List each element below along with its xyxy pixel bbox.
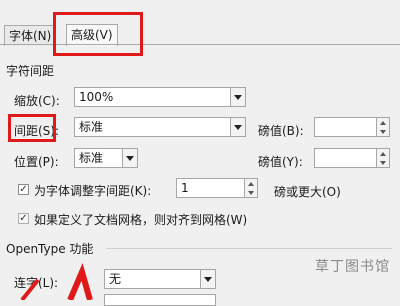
- watermark: 草丁图书馆: [315, 259, 390, 275]
- red-arrow-annotation: [20, 263, 93, 300]
